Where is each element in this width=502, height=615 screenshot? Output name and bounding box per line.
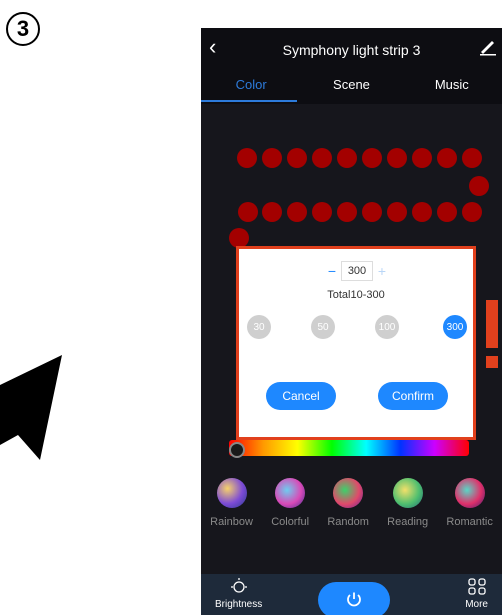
led-dot: [337, 202, 357, 222]
led-dot: [412, 148, 432, 168]
cancel-button[interactable]: Cancel: [266, 382, 336, 410]
mode-random[interactable]: Random: [327, 478, 369, 528]
tab-color[interactable]: Color: [201, 72, 301, 102]
tab-scene[interactable]: Scene: [301, 72, 401, 102]
mode-swatch: [216, 478, 247, 508]
increment-button[interactable]: +: [373, 262, 391, 280]
mode-label: Romantic: [446, 516, 493, 528]
back-icon[interactable]: ‹: [209, 34, 216, 60]
decrement-button[interactable]: −: [323, 262, 341, 280]
power-button[interactable]: [318, 582, 390, 615]
active-tab-indicator: [201, 100, 297, 102]
led-dot: [237, 148, 257, 168]
led-dot: [287, 202, 307, 222]
led-dot: [312, 148, 332, 168]
led-dot: [262, 202, 282, 222]
preset-row: 30 50 100 300: [239, 315, 473, 341]
preset-300[interactable]: 300: [443, 315, 467, 339]
led-dot: [462, 148, 482, 168]
led-dot: [387, 148, 407, 168]
edit-icon[interactable]: [478, 36, 498, 56]
count-input[interactable]: 300: [341, 261, 373, 281]
preset-100[interactable]: 100: [375, 315, 399, 339]
color-spectrum-slider[interactable]: [229, 440, 469, 456]
tab-bar: Color Scene Music: [201, 72, 502, 102]
led-dot: [362, 148, 382, 168]
led-dot: [437, 202, 457, 222]
preset-50[interactable]: 50: [311, 315, 335, 339]
mode-romantic[interactable]: Romantic: [446, 478, 493, 528]
bulb-icon: [230, 578, 247, 593]
led-dot: [412, 202, 432, 222]
exclamation-icon: [486, 300, 498, 368]
more-button[interactable]: More: [465, 578, 488, 610]
mode-swatch: [392, 478, 423, 508]
brightness-button[interactable]: Brightness: [215, 578, 262, 610]
mode-label: Random: [327, 516, 369, 528]
slider-handle[interactable]: [229, 442, 245, 458]
mode-list: Rainbow Colorful Random Reading Romantic: [201, 478, 502, 528]
led-dot: [229, 228, 249, 248]
led-dot: [337, 148, 357, 168]
led-dot: [362, 202, 382, 222]
mode-swatch: [454, 478, 485, 508]
led-dot: [437, 148, 457, 168]
brightness-label: Brightness: [215, 599, 263, 610]
mode-label: Rainbow: [210, 516, 253, 528]
count-stepper: − 300 +: [323, 261, 391, 281]
power-icon: [347, 592, 361, 607]
mode-swatch: [333, 478, 364, 508]
step-number-badge: 3: [6, 12, 40, 46]
mode-reading[interactable]: Reading: [387, 478, 428, 528]
led-dot: [238, 202, 258, 222]
confirm-button[interactable]: Confirm: [378, 382, 448, 410]
tab-music[interactable]: Music: [402, 72, 502, 102]
bottom-bar: Brightness More: [201, 574, 502, 615]
mode-rainbow[interactable]: Rainbow: [210, 478, 253, 528]
led-dot: [387, 202, 407, 222]
mode-label: Colorful: [271, 516, 310, 528]
led-dot: [312, 202, 332, 222]
arrow-pointer-icon: [0, 355, 62, 460]
led-dot: [262, 148, 282, 168]
grid-icon: [467, 578, 486, 595]
led-count-dialog: − 300 + Total10-300 30 50 100 300 Cancel…: [236, 246, 476, 440]
header-bar: ‹ Symphony light strip 3: [201, 28, 502, 72]
mode-colorful[interactable]: Colorful: [271, 478, 309, 528]
range-text: Total10-300: [327, 289, 385, 301]
mode-swatch: [275, 478, 306, 508]
mode-label: Reading: [387, 516, 429, 528]
led-dot: [462, 202, 482, 222]
more-label: More: [465, 599, 488, 610]
page-title: Symphony light strip 3: [282, 42, 421, 58]
led-dot: [469, 176, 489, 196]
led-dot: [287, 148, 307, 168]
preset-30[interactable]: 30: [247, 315, 271, 339]
